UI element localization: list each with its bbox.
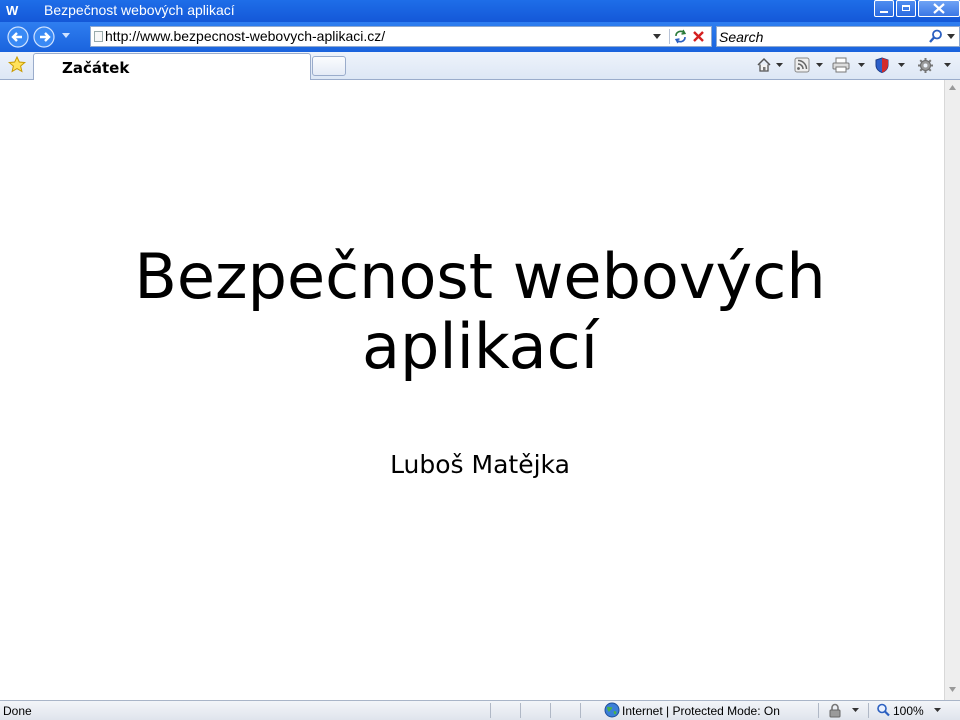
refresh-icon[interactable] <box>673 29 688 44</box>
tab-bar: Začátek <box>0 52 960 80</box>
back-arrow-icon[interactable] <box>7 26 29 48</box>
page-title-line-1: Bezpečnost webových <box>134 240 826 313</box>
page-content: Bezpečnost webových aplikací Luboš Matěj… <box>0 80 944 700</box>
gear-icon[interactable] <box>917 57 934 74</box>
status-separator <box>490 703 491 718</box>
status-separator <box>550 703 551 718</box>
search-input[interactable] <box>719 28 919 45</box>
tab-zacatek[interactable]: Začátek <box>33 53 311 80</box>
safety-dropdown-icon[interactable] <box>898 63 905 67</box>
page-title: Bezpečnost webových aplikací <box>0 242 960 382</box>
author-name: Luboš Matějka <box>390 450 570 479</box>
search-dropdown-icon[interactable] <box>947 34 955 39</box>
window-title: Bezpečnost webových aplikací <box>44 2 235 18</box>
app-logo: W <box>6 3 19 18</box>
tab-label: Začátek <box>62 59 130 77</box>
page-icon <box>94 31 103 42</box>
printer-icon[interactable] <box>832 57 850 73</box>
home-dropdown-icon[interactable] <box>776 63 783 67</box>
close-button[interactable] <box>918 0 960 17</box>
security-dropdown-icon[interactable] <box>852 708 859 712</box>
magnifier-icon[interactable] <box>929 29 943 44</box>
status-text: Done <box>3 704 32 718</box>
security-zone-text: Internet | Protected Mode: On <box>622 704 780 718</box>
history-dropdown-icon[interactable] <box>62 33 70 38</box>
home-icon[interactable] <box>756 57 772 73</box>
star-icon[interactable] <box>8 56 26 73</box>
scroll-up-icon[interactable] <box>949 85 956 90</box>
stop-icon[interactable] <box>691 29 706 44</box>
minimize-button[interactable] <box>874 0 894 17</box>
address-dropdown-icon[interactable] <box>653 34 661 39</box>
scroll-down-icon[interactable] <box>949 687 956 692</box>
search-box[interactable] <box>716 26 960 47</box>
address-bar[interactable]: http://www.bezpecnost-webovych-aplikaci.… <box>90 26 712 47</box>
maximize-button[interactable] <box>896 0 916 17</box>
status-bar: Done Internet | Protected Mode: On 100% <box>0 700 960 720</box>
tools-dropdown-icon[interactable] <box>944 63 951 67</box>
status-separator <box>868 703 869 718</box>
status-separator <box>520 703 521 718</box>
status-separator <box>818 703 819 718</box>
forward-arrow-icon[interactable] <box>33 26 55 48</box>
shield-icon[interactable] <box>874 57 890 73</box>
print-dropdown-icon[interactable] <box>858 63 865 67</box>
zoom-dropdown-icon[interactable] <box>934 708 941 712</box>
new-tab-button[interactable] <box>312 56 346 76</box>
lock-icon[interactable] <box>828 703 842 718</box>
globe-icon <box>604 702 620 718</box>
zoom-level[interactable]: 100% <box>893 704 924 718</box>
rss-dropdown-icon[interactable] <box>816 63 823 67</box>
close-icon <box>933 3 945 14</box>
address-url[interactable]: http://www.bezpecnost-webovych-aplikaci.… <box>105 28 385 44</box>
rss-icon[interactable] <box>794 57 810 73</box>
navigation-bar: http://www.bezpecnost-webovych-aplikaci.… <box>0 22 960 52</box>
vertical-scrollbar[interactable] <box>944 80 960 700</box>
address-separator <box>669 29 670 44</box>
page-title-line-2: aplikací <box>362 310 598 383</box>
zoom-icon[interactable] <box>876 703 890 717</box>
title-bar: W Bezpečnost webových aplikací <box>0 0 960 22</box>
status-separator <box>580 703 581 718</box>
